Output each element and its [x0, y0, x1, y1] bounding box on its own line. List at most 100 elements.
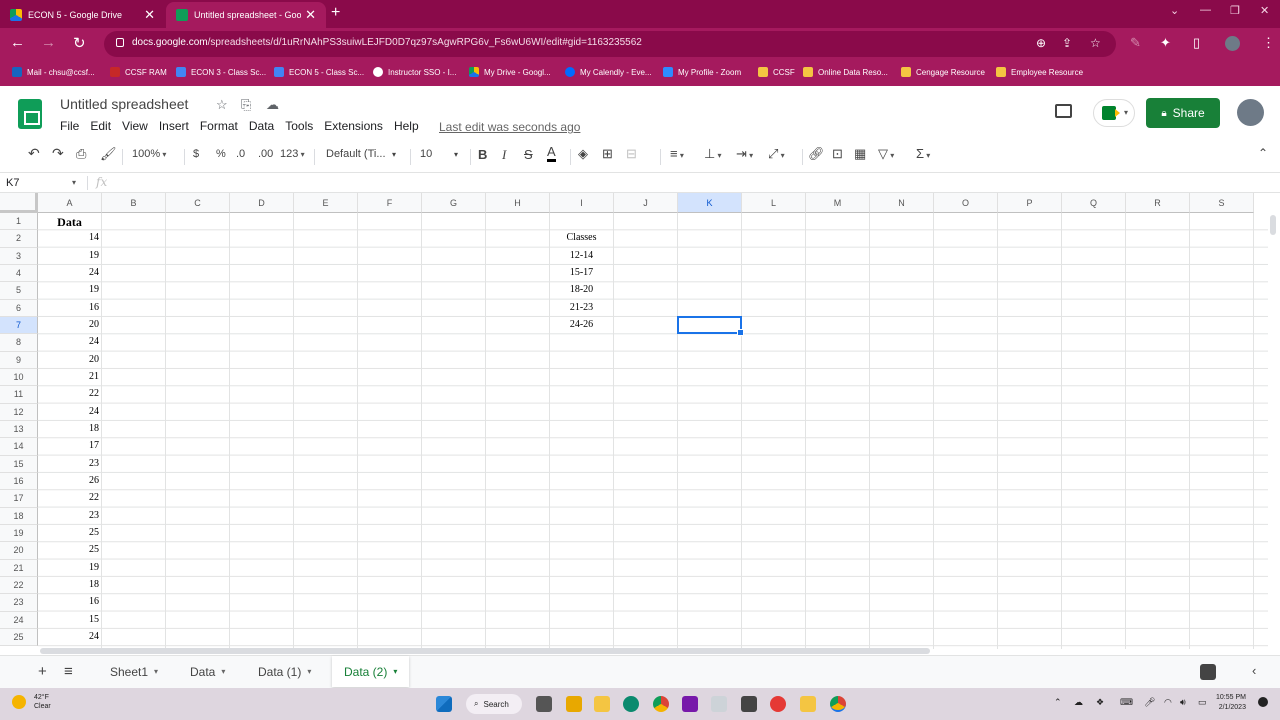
sheet-tab-data-2[interactable]: Data (2)	[332, 656, 410, 687]
column-header-h[interactable]: H	[486, 193, 550, 213]
cell-a13[interactable]: 18	[40, 423, 99, 440]
cell-area[interactable]: Data 14 19 24 19 16 20 24 20 21 22 24 18 17 23 26 22 23 25…	[38, 213, 1268, 649]
insert-link-icon[interactable]: 🔗︎	[808, 146, 825, 162]
row-header-4[interactable]: 4	[0, 264, 38, 283]
row-header-14[interactable]: 14	[0, 438, 38, 456]
insert-comment-icon[interactable]: ⊡	[832, 146, 843, 162]
text-color-icon[interactable]: A	[547, 145, 556, 162]
paint-format-icon[interactable]: 🖌︎	[100, 146, 117, 162]
merge-cells-icon[interactable]: ⊟	[626, 146, 637, 162]
cell-i3[interactable]: 12-14	[552, 250, 611, 267]
bookmark-item[interactable]: Cengage Resource	[901, 67, 985, 77]
text-wrapping-icon[interactable]: ⇥	[736, 146, 753, 162]
row-header-10[interactable]: 10	[0, 368, 38, 387]
zoom-icon[interactable]: ⊕	[1036, 36, 1046, 50]
row-header-18[interactable]: 18	[0, 507, 38, 525]
meet-button[interactable]: ▾	[1093, 99, 1135, 127]
reload-icon[interactable]: ↻	[73, 34, 86, 52]
sheet-tab-data-1[interactable]: Data (1)	[246, 656, 323, 687]
cell-a19[interactable]: 25	[40, 527, 99, 544]
cell-i6[interactable]: 21-23	[552, 302, 611, 319]
cell-a14[interactable]: 17	[40, 440, 99, 457]
row-header-7[interactable]: 7	[0, 316, 38, 335]
menu-tools[interactable]: Tools	[285, 119, 313, 133]
pen-extension-icon[interactable]: ✎	[1130, 35, 1141, 51]
text-rotation-icon[interactable]: ⤢	[768, 146, 785, 162]
cell-a20[interactable]: 25	[40, 544, 99, 561]
cell-i4[interactable]: 15-17	[552, 267, 611, 284]
cell-a3[interactable]: 19	[40, 250, 99, 267]
weather-widget[interactable]: 42°F Clear	[12, 693, 51, 711]
bookmark-item[interactable]: Online Data Reso...	[803, 67, 888, 77]
column-header-q[interactable]: Q	[1062, 193, 1126, 213]
currency-format-button[interactable]: $	[193, 148, 199, 160]
font-family-select[interactable]: Default (Ti...	[326, 148, 386, 160]
cell-a8[interactable]: 24	[40, 336, 99, 353]
column-header-c[interactable]: C	[166, 193, 230, 213]
cell-a23[interactable]: 16	[40, 596, 99, 613]
explore-icon[interactable]	[1200, 664, 1216, 680]
star-icon[interactable]: ☆	[216, 97, 228, 113]
chevron-down-icon[interactable]: ▾	[72, 178, 76, 187]
cell-a10[interactable]: 21	[40, 371, 99, 388]
selected-cell-box[interactable]	[677, 315, 744, 337]
keyboard-icon[interactable]: ⌨	[1120, 697, 1133, 708]
column-header-l[interactable]: L	[742, 193, 806, 213]
borders-icon[interactable]: ⊞	[602, 146, 613, 162]
bookmark-item[interactable]: ECON 3 - Class Sc...	[176, 67, 266, 77]
close-tab-icon[interactable]: ✕	[305, 7, 316, 23]
chevron-down-icon[interactable]: ▾	[454, 150, 458, 159]
column-header-j[interactable]: J	[614, 193, 678, 213]
cell-a1-header[interactable]: Data	[40, 215, 99, 232]
vertical-scrollbar[interactable]	[1270, 215, 1276, 235]
browser-tab-drive[interactable]: ECON 5 - Google Drive ✕	[0, 2, 165, 28]
minimize-icon[interactable]: —	[1200, 4, 1211, 16]
cell-a2[interactable]: 14	[40, 232, 99, 249]
zoom-select[interactable]: 100%	[132, 148, 166, 160]
sheet-tab-sheet1[interactable]: Sheet1	[98, 656, 170, 687]
maximize-icon[interactable]: ❐	[1230, 4, 1240, 17]
cell-a17[interactable]: 22	[40, 492, 99, 509]
bookmark-item[interactable]: Mail - chsu@ccsf...	[12, 67, 95, 77]
app-icon[interactable]	[566, 696, 582, 712]
close-tab-icon[interactable]: ✕	[144, 7, 155, 23]
row-header-25[interactable]: 25	[0, 628, 38, 647]
column-header-f[interactable]: F	[358, 193, 422, 213]
side-panel-icon[interactable]: ▯	[1193, 35, 1200, 51]
row-header-20[interactable]: 20	[0, 542, 38, 560]
print-icon[interactable]: ⎙	[76, 146, 86, 162]
last-edit-link[interactable]: Last edit was seconds ago	[439, 120, 580, 134]
windows-start-icon[interactable]	[436, 696, 452, 712]
redo-icon[interactable]: ↷	[52, 145, 64, 162]
cell-a24[interactable]: 15	[40, 614, 99, 631]
profile-avatar[interactable]	[1225, 36, 1240, 51]
file-explorer-icon[interactable]	[594, 696, 610, 712]
bookmark-item[interactable]: ECON 5 - Class Sc...	[274, 67, 364, 77]
row-header-11[interactable]: 11	[0, 386, 38, 404]
row-header-19[interactable]: 19	[0, 524, 38, 543]
bookmark-star-icon[interactable]: ☆	[1090, 36, 1101, 50]
column-header-b[interactable]: B	[102, 193, 166, 213]
column-header-d[interactable]: D	[230, 193, 294, 213]
row-header-3[interactable]: 3	[0, 247, 38, 265]
column-header-g[interactable]: G	[422, 193, 486, 213]
strikethrough-icon[interactable]: S	[524, 147, 533, 162]
task-view-icon[interactable]	[536, 696, 552, 712]
menu-edit[interactable]: Edit	[90, 119, 111, 133]
share-button[interactable]: 🔒︎ Share	[1146, 98, 1220, 128]
cell-a22[interactable]: 18	[40, 579, 99, 596]
extensions-icon[interactable]: ✦	[1160, 35, 1171, 51]
comment-history-icon[interactable]	[1055, 104, 1072, 118]
collapse-menu-icon[interactable]: ⌃	[1258, 146, 1268, 160]
cell-i5[interactable]: 18-20	[552, 284, 611, 301]
row-header-5[interactable]: 5	[0, 282, 38, 300]
row-header-9[interactable]: 9	[0, 351, 38, 369]
cell-a21[interactable]: 19	[40, 562, 99, 579]
cell-a16[interactable]: 26	[40, 475, 99, 492]
calculator-icon[interactable]	[741, 696, 757, 712]
snipping-icon[interactable]	[711, 696, 727, 712]
cell-a4[interactable]: 24	[40, 267, 99, 284]
insert-chart-icon[interactable]: ▦	[854, 146, 866, 162]
back-icon[interactable]: ←	[10, 34, 25, 51]
undo-icon[interactable]: ↶	[28, 145, 40, 162]
